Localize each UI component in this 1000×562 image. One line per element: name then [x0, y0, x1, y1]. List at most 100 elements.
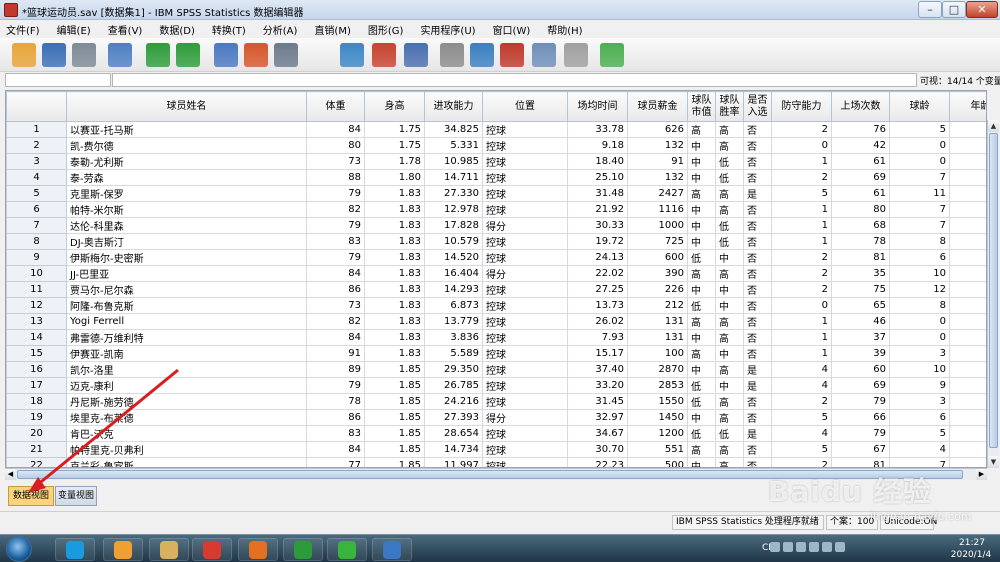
- table-cell[interactable]: 32.97: [567, 409, 628, 426]
- table-cell[interactable]: 1.83: [364, 313, 425, 330]
- table-cell[interactable]: 31.45: [567, 393, 628, 410]
- row-number[interactable]: 10: [6, 265, 67, 282]
- table-cell[interactable]: 66: [831, 409, 890, 426]
- column-header[interactable]: 球队胜率: [715, 91, 744, 122]
- column-header[interactable]: [6, 91, 67, 122]
- menu-item-4[interactable]: 转换(T): [212, 22, 246, 37]
- open-folder-icon[interactable]: [12, 43, 36, 67]
- table-cell[interactable]: 5: [771, 441, 832, 458]
- table-cell[interactable]: 2: [771, 393, 832, 410]
- table-cell[interactable]: 低: [687, 249, 716, 266]
- table-cell[interactable]: 1: [771, 329, 832, 346]
- start-button[interactable]: [6, 536, 32, 562]
- table-cell[interactable]: 凯-费尔德: [66, 137, 307, 154]
- table-cell[interactable]: 24.13: [567, 249, 628, 266]
- table-cell[interactable]: 89: [306, 361, 365, 378]
- table-cell[interactable]: 9: [889, 377, 950, 394]
- table-cell[interactable]: 21.92: [567, 201, 628, 218]
- column-header[interactable]: 场均时间: [567, 91, 628, 122]
- table-cell[interactable]: 82: [306, 201, 365, 218]
- table-cell[interactable]: 1.83: [364, 217, 425, 234]
- table-cell[interactable]: 22.23: [567, 457, 628, 467]
- table-cell[interactable]: 控球: [482, 137, 568, 154]
- table-cell[interactable]: 1.75: [364, 137, 425, 154]
- table-cell[interactable]: 控球: [482, 441, 568, 458]
- table-cell[interactable]: 1.85: [364, 409, 425, 426]
- table-cell[interactable]: 高: [687, 265, 716, 282]
- minimize-button[interactable]: –: [918, 1, 942, 18]
- table-cell[interactable]: 551: [627, 441, 688, 458]
- table-cell[interactable]: 132: [627, 137, 688, 154]
- table-cell[interactable]: 否: [743, 217, 772, 234]
- table-cell[interactable]: 0: [771, 297, 832, 314]
- table-cell[interactable]: 86: [306, 409, 365, 426]
- network-tray-icon[interactable]: [796, 542, 806, 552]
- row-number[interactable]: 17: [6, 377, 67, 394]
- table-cell[interactable]: 克兰彩-鲁宾斯: [66, 457, 307, 467]
- table-cell[interactable]: 10: [889, 361, 950, 378]
- table-cell[interactable]: 否: [743, 393, 772, 410]
- column-header[interactable]: 年龄: [949, 91, 986, 122]
- table-cell[interactable]: 中: [715, 297, 744, 314]
- table-cell[interactable]: 高: [715, 313, 744, 330]
- table-cell[interactable]: 0: [889, 313, 950, 330]
- table-cell[interactable]: 6: [889, 409, 950, 426]
- table-cell[interactable]: 37.40: [567, 361, 628, 378]
- table-cell[interactable]: 73: [306, 297, 365, 314]
- table-cell[interactable]: 5.331: [424, 137, 483, 154]
- menu-item-1[interactable]: 编辑(E): [57, 22, 91, 37]
- table-cell[interactable]: 81: [831, 457, 890, 467]
- table-cell[interactable]: 2: [771, 281, 832, 298]
- table-cell[interactable]: [949, 329, 986, 346]
- table-cell[interactable]: 否: [743, 201, 772, 218]
- table-cell[interactable]: [949, 249, 986, 266]
- table-cell[interactable]: 18.40: [567, 153, 628, 170]
- table-cell[interactable]: 1.85: [364, 393, 425, 410]
- row-number[interactable]: 19: [6, 409, 67, 426]
- table-cell[interactable]: [949, 217, 986, 234]
- table-cell[interactable]: 高: [687, 441, 716, 458]
- menu-item-9[interactable]: 窗口(W): [493, 22, 531, 37]
- table-cell[interactable]: 7: [889, 201, 950, 218]
- row-number[interactable]: 4: [6, 169, 67, 186]
- table-cell[interactable]: 14.734: [424, 441, 483, 458]
- table-cell[interactable]: 高: [715, 393, 744, 410]
- table-cell[interactable]: 控球: [482, 329, 568, 346]
- table-cell[interactable]: 否: [743, 153, 772, 170]
- table-cell[interactable]: 高: [687, 185, 716, 202]
- table-cell[interactable]: [949, 457, 986, 467]
- spss-stat-app-button[interactable]: [372, 538, 412, 561]
- table-cell[interactable]: 1: [771, 345, 832, 362]
- table-cell[interactable]: 低: [715, 169, 744, 186]
- table-cell[interactable]: 27.330: [424, 185, 483, 202]
- table-cell[interactable]: 17.828: [424, 217, 483, 234]
- table-cell[interactable]: 中: [687, 201, 716, 218]
- table-cell[interactable]: 226: [627, 281, 688, 298]
- table-cell[interactable]: 91: [306, 345, 365, 362]
- table-cell[interactable]: 131: [627, 313, 688, 330]
- table-cell[interactable]: 低: [715, 217, 744, 234]
- column-header[interactable]: 球队市值: [687, 91, 716, 122]
- table-cell[interactable]: 得分: [482, 265, 568, 282]
- table-cell[interactable]: 高: [715, 137, 744, 154]
- table-cell[interactable]: 低: [687, 377, 716, 394]
- table-cell[interactable]: 3: [889, 345, 950, 362]
- table-cell[interactable]: 12.978: [424, 201, 483, 218]
- table-cell[interactable]: 控球: [482, 169, 568, 186]
- scroll-up-icon[interactable]: ▲: [988, 120, 999, 132]
- table-cell[interactable]: 1.83: [364, 265, 425, 282]
- table-cell[interactable]: 否: [743, 313, 772, 330]
- table-cell[interactable]: 8: [889, 233, 950, 250]
- column-header[interactable]: 球龄: [889, 91, 950, 122]
- column-header[interactable]: 上场次数: [831, 91, 890, 122]
- table-cell[interactable]: 低: [715, 153, 744, 170]
- help-tray-icon[interactable]: [770, 542, 780, 552]
- table-cell[interactable]: 丹尼斯-施劳德: [66, 393, 307, 410]
- table-cell[interactable]: 30.70: [567, 441, 628, 458]
- table-cell[interactable]: 84: [306, 441, 365, 458]
- cell-value-field[interactable]: [112, 73, 917, 87]
- table-cell[interactable]: 控球: [482, 297, 568, 314]
- table-cell[interactable]: 3: [889, 393, 950, 410]
- table-cell[interactable]: 高: [715, 329, 744, 346]
- table-cell[interactable]: 10: [889, 265, 950, 282]
